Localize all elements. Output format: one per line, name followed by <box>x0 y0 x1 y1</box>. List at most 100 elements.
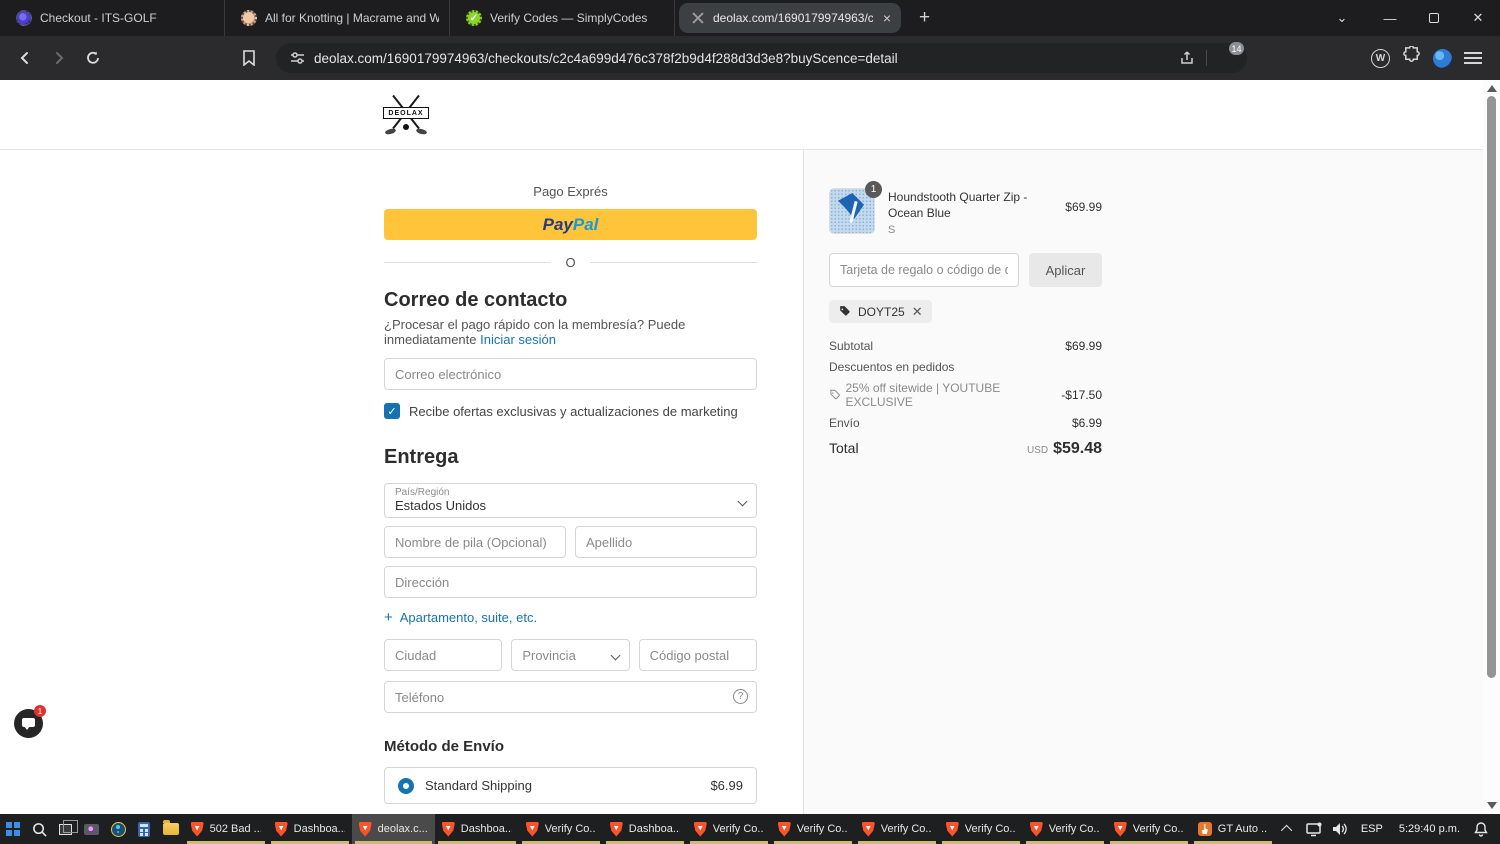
start-button[interactable] <box>0 814 26 844</box>
profile-globe-icon[interactable] <box>1433 48 1452 68</box>
discount-name: 25% off sitewide | YOUTUBE EXCLUSIVE <box>845 381 1001 410</box>
checkout-form: Pago Exprés Pay Pal O Correo de contacto … <box>384 184 757 814</box>
country-select[interactable]: País/Región Estados Unidos <box>384 483 757 518</box>
address-input[interactable] <box>384 566 757 598</box>
add-apartment-link[interactable]: + Apartamento, suite, etc. <box>384 609 757 626</box>
location-app-icon[interactable] <box>105 814 131 844</box>
brave-icon <box>525 821 539 837</box>
taskbar-app-verify-codes[interactable]: Verify Co... <box>939 814 1023 844</box>
wayback-extension-icon[interactable]: W <box>1371 48 1390 68</box>
tab-deolax-active[interactable]: deolax.com/1690179974963/ch × <box>679 3 901 33</box>
display-icon[interactable] <box>1301 814 1327 844</box>
extensions-puzzle-icon[interactable] <box>1402 45 1421 70</box>
page-scrollbar[interactable] <box>1483 80 1500 814</box>
tab-close-icon[interactable]: × <box>881 11 893 25</box>
checkbox-checked-icon[interactable]: ✓ <box>384 403 400 419</box>
brand-name: DEOLAX <box>383 107 429 119</box>
express-pay-title: Pago Exprés <box>533 184 608 199</box>
back-icon[interactable] <box>10 43 40 73</box>
discounts-label: Descuentos en pedidos <box>829 360 955 375</box>
scrollbar-thumb[interactable] <box>1487 96 1496 678</box>
total-value: $59.48 <box>1053 440 1102 458</box>
first-name-input[interactable] <box>384 526 566 558</box>
reload-icon[interactable] <box>78 43 108 73</box>
taskbar-app-dashboard[interactable]: Dashboa... <box>268 814 352 844</box>
maximize-button[interactable] <box>1412 0 1456 36</box>
remove-discount-icon[interactable]: ✕ <box>912 304 923 320</box>
phone-input[interactable] <box>384 681 757 713</box>
search-icon[interactable] <box>26 814 52 844</box>
file-explorer-icon[interactable] <box>157 814 183 844</box>
taskbar-app-502-bad[interactable]: 502 Bad ... <box>184 814 268 844</box>
login-link[interactable]: Iniciar sesión <box>480 332 556 347</box>
notifications-bell-icon[interactable] <box>1468 814 1494 844</box>
taskbar-app-gt-auto[interactable]: GT Auto ... <box>1191 814 1275 844</box>
discount-amount: -$17.50 <box>1061 388 1102 403</box>
taskbar-app-dashboard[interactable]: Dashboa... <box>603 814 687 844</box>
taskbar-app-verify-codes[interactable]: Verify Co... <box>855 814 939 844</box>
url-text[interactable]: deolax.com/1690179974963/checkouts/c2c4a… <box>314 51 1168 66</box>
tab-all-for-knotting[interactable]: All for Knotting | Macrame and Wea <box>225 0 450 36</box>
share-icon[interactable] <box>1176 43 1198 73</box>
taskbar-app-verify-codes[interactable]: Verify Co... <box>1023 814 1107 844</box>
tab-title: Verify Codes — SimplyCodes <box>490 11 648 25</box>
menu-icon[interactable] <box>1464 52 1482 64</box>
clock[interactable]: 5:29:40 p.m. <box>1391 823 1468 835</box>
total-label: Total <box>829 440 859 457</box>
city-input[interactable] <box>384 639 503 671</box>
taskbar: 502 Bad ... Dashboa... deolax.c... Dashb… <box>0 814 1500 844</box>
tab-simplycodes[interactable]: ✓ Verify Codes — SimplyCodes <box>450 0 675 36</box>
plus-icon: + <box>384 609 393 626</box>
taskbar-app-verify-codes[interactable]: Verify Co... <box>1107 814 1191 844</box>
close-window-button[interactable]: ✕ <box>1456 0 1500 36</box>
site-settings-icon[interactable] <box>288 43 306 73</box>
forward-icon[interactable] <box>44 43 74 73</box>
paypal-button[interactable]: Pay Pal <box>384 209 757 240</box>
volume-icon[interactable] <box>1327 814 1353 844</box>
radio-selected-icon[interactable] <box>398 777 414 794</box>
task-view-icon[interactable] <box>52 814 79 844</box>
quantity-badge: 1 <box>865 181 882 198</box>
scroll-down-icon[interactable] <box>1487 802 1497 809</box>
address-bar[interactable]: deolax.com/1690179974963/checkouts/c2c4a… <box>276 42 1247 73</box>
calculator-app-icon[interactable] <box>131 814 157 844</box>
brave-icon <box>1113 821 1127 837</box>
brave-icon <box>358 821 372 837</box>
email-input[interactable] <box>384 358 757 390</box>
shipping-option[interactable]: Standard Shipping $6.99 <box>384 767 757 804</box>
tab-checkout-its-golf[interactable]: Checkout - ITS-GOLF <box>0 0 225 36</box>
new-tab-button[interactable]: + <box>905 7 944 29</box>
shipping-value: $6.99 <box>1071 416 1102 431</box>
language-indicator[interactable]: ESP <box>1353 823 1391 835</box>
discount-code: DOYT25 <box>858 304 905 319</box>
taskbar-app-dashboard[interactable]: Dashboa... <box>435 814 519 844</box>
camera-app-icon[interactable] <box>79 814 105 844</box>
zip-input[interactable] <box>638 639 757 671</box>
tab-search-icon[interactable]: ⌄ <box>1324 0 1360 36</box>
page-header: DEOLAX <box>0 80 1483 150</box>
help-icon[interactable]: ? <box>733 689 748 704</box>
taskbar-app-verify-codes[interactable]: Verify Co... <box>519 814 603 844</box>
chat-widget-button[interactable]: 1 <box>14 705 46 738</box>
brave-icon <box>693 821 707 837</box>
discount-code-input[interactable] <box>829 253 1019 288</box>
deolax-logo[interactable]: DEOLAX <box>383 90 429 138</box>
tray-expand-icon[interactable] <box>1275 814 1301 844</box>
bookmark-icon[interactable] <box>234 43 264 73</box>
minimize-button[interactable]: — <box>1368 0 1412 36</box>
brave-icon <box>945 821 959 837</box>
tag-icon <box>830 389 840 400</box>
marketing-optin[interactable]: ✓ Recibe ofertas exclusivas y actualizac… <box>384 403 757 419</box>
brave-icon <box>777 821 791 837</box>
taskbar-app-deolax-active[interactable]: deolax.c... <box>351 814 435 844</box>
province-select[interactable]: Provincia <box>511 639 630 671</box>
taskbar-app-verify-codes[interactable]: Verify Co... <box>771 814 855 844</box>
marketing-label: Recibe ofertas exclusivas y actualizacio… <box>409 403 738 419</box>
last-name-input[interactable] <box>575 526 757 558</box>
apply-discount-button[interactable]: Aplicar <box>1029 253 1102 288</box>
gt-auto-icon <box>1197 822 1212 836</box>
scroll-up-icon[interactable] <box>1487 85 1497 92</box>
country-label: País/Región <box>395 487 450 498</box>
brave-shield-icon[interactable]: 14 <box>1215 42 1244 69</box>
taskbar-app-verify-codes[interactable]: Verify Co... <box>687 814 771 844</box>
